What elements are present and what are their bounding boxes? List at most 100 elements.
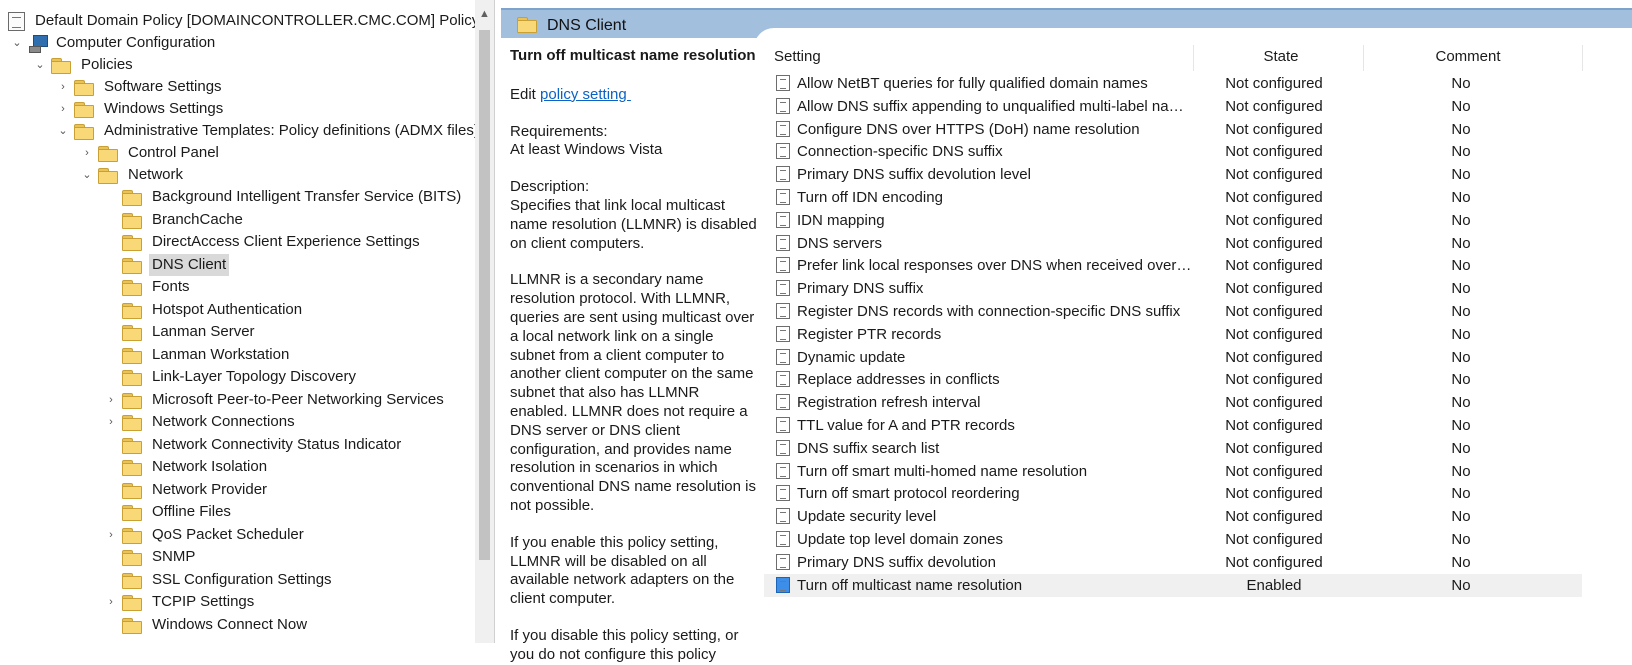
tree-item-label: Windows Settings [104,100,224,117]
description-panel: Turn off multicast name resolution Edit … [510,44,760,665]
settings-row[interactable]: Turn off smart multi-homed name resoluti… [764,460,1582,483]
settings-row[interactable]: Primary DNS suffix devolution Not configu… [764,551,1582,574]
chevron-right-icon[interactable]: › [56,76,70,98]
policy-setting-icon [776,462,790,479]
settings-row[interactable]: Update security level Not configured No [764,505,1582,528]
tree-item-network-child[interactable]: Lanman Server [104,321,258,343]
tree-item-network-child[interactable]: DirectAccess Client Experience Settings [104,231,423,253]
column-divider[interactable] [1582,45,1583,71]
settings-row[interactable]: Register DNS records with connection-spe… [764,300,1582,323]
tree-item-network[interactable]: ⌄ Network [80,164,186,186]
tree-item-network-child[interactable]: Lanman Workstation [104,344,292,366]
setting-name: Allow DNS suffix appending to unqualifie… [797,97,1192,115]
column-divider[interactable] [1363,45,1364,71]
settings-row[interactable]: Primary DNS suffix Not configured No [764,277,1582,300]
tree-item-network-child[interactable]: › QoS Packet Scheduler [104,524,307,546]
tree-item-network-child[interactable]: Network Provider [104,479,270,501]
settings-row[interactable]: DNS suffix search list Not configured No [764,437,1582,460]
tree-item-network-child[interactable]: Link-Layer Topology Discovery [104,366,359,388]
tree-item-network-child[interactable]: SSL Configuration Settings [104,569,335,591]
scroll-up-icon[interactable]: ▲ [475,6,494,22]
tree-item-label: Network Connections [152,413,295,430]
tree-item-network-child[interactable]: Windows Connect Now [104,614,310,636]
settings-row[interactable]: Allow NetBT queries for fully qualified … [764,72,1582,95]
setting-name: Primary DNS suffix devolution [797,553,996,571]
chevron-right-icon[interactable]: › [104,411,118,433]
tree-item-network-child[interactable]: Hotspot Authentication [104,299,305,321]
policy-setting-icon [776,257,790,274]
settings-row[interactable]: TTL value for A and PTR records Not confi… [764,414,1582,437]
chevron-right-icon[interactable]: › [104,389,118,411]
chevron-right-icon[interactable]: › [56,98,70,120]
tree-item-label: Lanman Server [152,323,255,340]
edit-line: Edit policy setting [510,86,760,105]
chevron-right-icon[interactable]: › [104,591,118,613]
setting-comment: No [1451,234,1471,252]
tree-item-label: Lanman Workstation [152,345,290,363]
tree-item-network-child[interactable]: DNS Client [104,253,230,276]
tree-item-network-child[interactable]: SNMP [104,546,198,568]
tree-item-network-child[interactable]: › Microsoft Peer-to-Peer Networking Servi… [104,389,447,411]
tree-item-computer-configuration[interactable]: ⌄ Computer Configuration [10,32,218,54]
setting-state: Not configured [1225,462,1323,480]
settings-row[interactable]: Replace addresses in conflicts Not config… [764,368,1582,391]
column-divider[interactable] [1193,45,1194,71]
settings-row[interactable]: DNS servers Not configured No [764,232,1582,255]
settings-row[interactable]: IDN mapping Not configured No [764,209,1582,232]
tree-item-network-child[interactable]: Fonts [104,276,193,298]
chevron-right-icon[interactable]: › [80,142,94,164]
tree-item-network-child[interactable]: Network Connectivity Status Indicator [104,434,404,456]
tree-item-network-child[interactable]: Network Isolation [104,456,270,478]
settings-row[interactable]: Connection-specific DNS suffix Not config… [764,140,1582,163]
tree-root-label: Default Domain Policy [DOMAINCONTROLLER.… [35,12,480,29]
settings-row[interactable]: Allow DNS suffix appending to unqualifie… [764,95,1582,118]
tree-item-network-child[interactable]: Background Intelligent Transfer Service … [104,186,464,208]
column-header-comment[interactable]: Comment [1369,45,1567,69]
chevron-down-icon[interactable]: ⌄ [10,32,24,54]
tree-item-policies[interactable]: ⌄ Policies [33,54,136,76]
tree-item-network-child[interactable]: BranchCache [104,209,246,231]
tree-item-administrative-templates[interactable]: ⌄ Administrative Templates: Policy defin… [56,120,491,142]
column-header-state[interactable]: State [1203,45,1359,69]
setting-name: Primary DNS suffix [797,280,924,298]
setting-name: Prefer link local responses over DNS whe… [797,257,1192,275]
setting-state: Not configured [1225,553,1323,571]
settings-row[interactable]: Turn off IDN encoding Not configured No [764,186,1582,209]
chevron-right-icon[interactable]: › [104,524,118,546]
settings-list-header: Setting State Comment [766,45,1632,71]
chevron-down-icon[interactable]: ⌄ [56,120,70,142]
folder-icon [74,79,94,96]
tree-item-network-child[interactable]: Offline Files [104,501,234,523]
settings-row[interactable]: Prefer link local responses over DNS whe… [764,254,1582,277]
chevron-down-icon[interactable]: ⌄ [80,164,94,186]
settings-row[interactable]: Configure DNS over HTTPS (DoH) name reso… [764,118,1582,141]
scrollbar-thumb[interactable] [479,30,490,560]
tree-item-software-settings[interactable]: › Software Settings [56,76,225,98]
tree-item-network-child[interactable]: › TCPIP Settings [104,591,257,613]
column-header-setting[interactable]: Setting [774,45,821,69]
tree-item-windows-settings[interactable]: › Windows Settings [56,98,226,120]
tree-root[interactable]: Default Domain Policy [DOMAINCONTROLLER.… [8,10,482,32]
tree-item-control-panel[interactable]: › Control Panel [80,142,222,164]
setting-comment: No [1451,394,1471,412]
folder-icon [122,369,142,386]
settings-row[interactable]: Turn off multicast name resolution Enable… [764,573,1582,597]
setting-comment: No [1451,211,1471,229]
edit-policy-setting-link[interactable]: policy setting [540,86,631,103]
chevron-down-icon[interactable]: ⌄ [33,54,47,76]
tree-scrollbar[interactable]: ▲ [475,0,494,643]
settings-row[interactable]: Dynamic update Not configured No [764,346,1582,369]
settings-row[interactable]: Registration refresh interval Not configu… [764,391,1582,414]
settings-row[interactable]: Update top level domain zones Not configu… [764,528,1582,551]
settings-row[interactable]: Turn off smart protocol reordering Not co… [764,482,1582,505]
settings-row[interactable]: Primary DNS suffix devolution level Not c… [764,163,1582,186]
folder-icon [122,414,142,431]
tree-item-network-child[interactable]: › Network Connections [104,411,298,433]
setting-name: DNS servers [797,234,883,252]
settings-row[interactable]: Register PTR records Not configured No [764,323,1582,346]
tree-item-label: Microsoft Peer-to-Peer Networking Servic… [152,390,444,408]
